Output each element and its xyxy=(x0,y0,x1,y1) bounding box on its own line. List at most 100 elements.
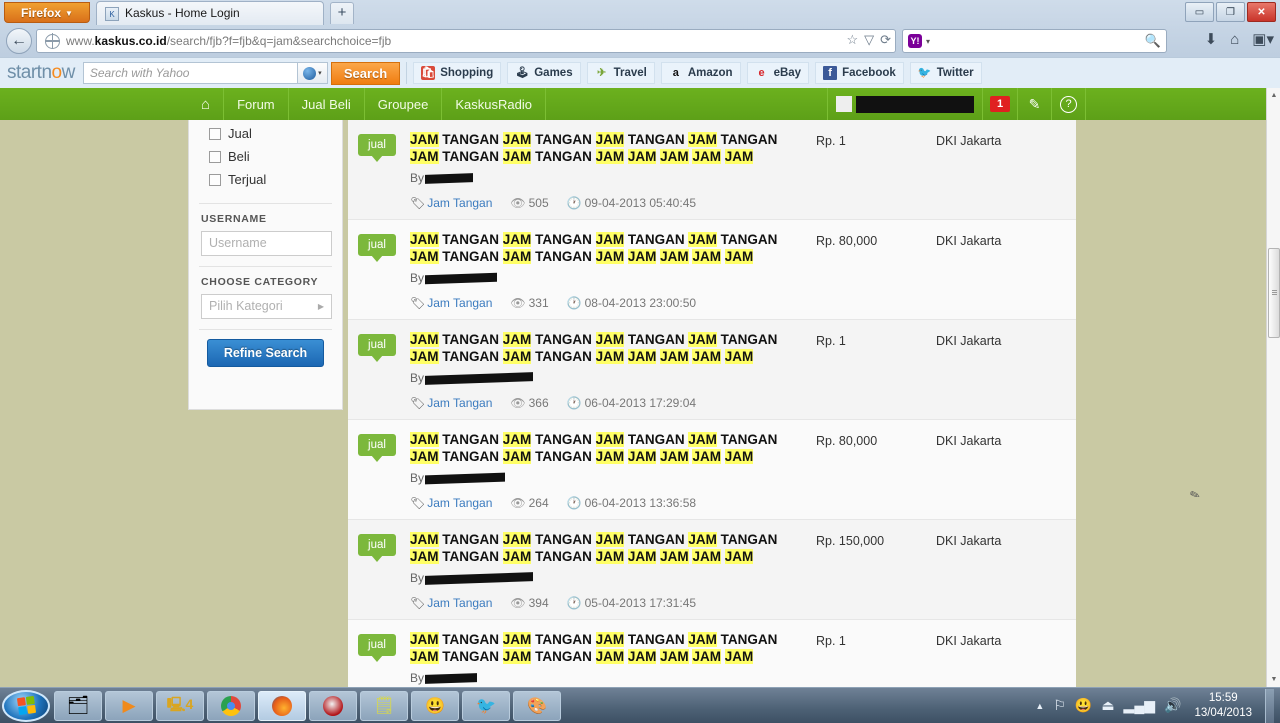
result-tag[interactable]: 🏷 Jam Tangan xyxy=(410,296,492,310)
clock-icon: 🕐 xyxy=(566,296,582,310)
signal-bars-icon[interactable]: ▂▄▆ xyxy=(1124,697,1155,714)
checkbox-icon[interactable] xyxy=(209,150,221,163)
back-button[interactable]: ← xyxy=(6,28,32,54)
checkbox-icon[interactable] xyxy=(209,127,221,140)
new-tab-button[interactable]: + xyxy=(330,2,354,24)
chevron-down-icon[interactable]: ▽ xyxy=(864,32,874,48)
clock[interactable]: 15:59 13/04/2013 xyxy=(1190,691,1256,721)
navigation-toolbar: ← www.kaskus.co.id/search/fjb?f=fjb&q=ja… xyxy=(0,26,1280,56)
site-nav-jual-beli[interactable]: Jual Beli xyxy=(289,88,365,120)
result-main: JAM TANGAN JAM TANGAN JAM TANGAN JAM TAN… xyxy=(410,320,806,419)
result-title[interactable]: JAM TANGAN JAM TANGAN JAM TANGAN JAM TAN… xyxy=(410,331,798,365)
result-tag[interactable]: 🏷 Jam Tangan xyxy=(410,596,492,610)
search-results-list: jual JAM TANGAN JAM TANGAN JAM TANGAN JAM… xyxy=(348,120,1076,687)
site-nav-groupee[interactable]: Groupee xyxy=(365,88,443,120)
chevron-up-icon[interactable]: ▲ xyxy=(1035,701,1044,711)
bookmark-star-icon[interactable]: ☆ xyxy=(846,32,858,48)
startnow-provider-dropdown[interactable]: ▾ xyxy=(297,62,328,84)
taskbar-opera[interactable] xyxy=(309,690,357,721)
compose-button[interactable]: ✎ xyxy=(1018,88,1052,120)
browser-tab[interactable]: K Kaskus - Home Login xyxy=(96,1,324,25)
taskbar-mozilla-firefox[interactable] xyxy=(258,690,306,721)
title-word: TANGAN xyxy=(442,149,500,164)
taskbar-windows-explorer[interactable]: 🗂 xyxy=(54,690,102,721)
filter-checkbox-terjual[interactable]: Terjual xyxy=(209,172,342,187)
site-nav-kaskusradio[interactable]: KaskusRadio xyxy=(442,88,546,120)
help-button[interactable]: ? xyxy=(1052,88,1086,120)
taskbar-ms-paint[interactable]: 🎨 xyxy=(513,690,561,721)
result-row[interactable]: jual JAM TANGAN JAM TANGAN JAM TANGAN JAM… xyxy=(348,620,1076,687)
smiley-icon[interactable]: 😃 xyxy=(1075,697,1092,714)
bookmarks-icon[interactable]: ▣▾ xyxy=(1252,30,1274,48)
chevron-down-icon[interactable]: ▾ xyxy=(926,37,930,46)
result-tag[interactable]: 🏷 Jam Tangan xyxy=(410,396,492,410)
bookmark-facebook[interactable]: f Facebook xyxy=(815,62,904,84)
notification-badge[interactable]: 1 xyxy=(982,88,1018,120)
flag-error-icon[interactable]: ⚐ xyxy=(1053,697,1066,714)
result-tag[interactable]: 🏷 Jam Tangan xyxy=(410,496,492,510)
username-input[interactable]: Username xyxy=(201,231,332,256)
result-row[interactable]: jual JAM TANGAN JAM TANGAN JAM TANGAN JAM… xyxy=(348,420,1076,520)
bookmark-amazon[interactable]: a Amazon xyxy=(660,62,741,84)
minimize-icon: ▭ xyxy=(1194,6,1205,18)
taskbar-twitter-app[interactable]: 🐦 xyxy=(462,690,510,721)
highlighted-term: JAM xyxy=(627,549,657,564)
result-views: 👁 394 xyxy=(510,596,549,610)
taskbar-download-manager[interactable]: 🖳4 xyxy=(156,690,204,721)
site-nav-forum[interactable]: Forum xyxy=(224,88,289,120)
startnow-search-button[interactable]: Search xyxy=(330,61,401,85)
start-button[interactable] xyxy=(2,689,50,722)
speaker-icon[interactable]: 🔊 xyxy=(1164,697,1181,714)
result-row[interactable]: jual JAM TANGAN JAM TANGAN JAM TANGAN JAM… xyxy=(348,320,1076,420)
scroll-down-button[interactable]: ▼ xyxy=(1267,672,1280,687)
bookmark-ebay[interactable]: e eBay xyxy=(746,62,810,84)
result-tag[interactable]: 🏷 Jam Tangan xyxy=(410,196,492,210)
search-icon[interactable]: 🔍 xyxy=(1145,33,1161,49)
firefox-menu-label: Firefox xyxy=(21,6,62,20)
result-views: 👁 331 xyxy=(510,296,549,310)
user-account-menu[interactable] xyxy=(827,88,982,120)
mouse-cursor: ✎ xyxy=(1187,486,1203,504)
scroll-up-button[interactable]: ▲ xyxy=(1267,88,1280,103)
title-bar: Firefox ▼ K Kaskus - Home Login + ▭ ❐ ✕ xyxy=(0,0,1280,25)
taskbar-sticky-notes[interactable]: 🗒 xyxy=(360,690,408,721)
startnow-search-input[interactable]: Search with Yahoo xyxy=(82,62,298,84)
result-row[interactable]: jual JAM TANGAN JAM TANGAN JAM TANGAN JAM… xyxy=(348,520,1076,620)
highlighted-term: JAM xyxy=(595,232,625,247)
bookmark-shopping[interactable]: 🛍 Shopping xyxy=(413,62,502,84)
result-title[interactable]: JAM TANGAN JAM TANGAN JAM TANGAN JAM TAN… xyxy=(410,531,798,565)
close-button[interactable]: ✕ xyxy=(1247,2,1276,22)
result-title[interactable]: JAM TANGAN JAM TANGAN JAM TANGAN JAM TAN… xyxy=(410,431,798,465)
scrollbar-thumb[interactable] xyxy=(1268,248,1280,338)
firefox-menu-button[interactable]: Firefox ▼ xyxy=(4,2,90,23)
filter-checkbox-jual[interactable]: Jual xyxy=(209,126,342,141)
category-select[interactable]: Pilih Kategori ▶ xyxy=(201,294,332,319)
browser-search-box[interactable]: Y! ▾ 🔍 xyxy=(902,29,1167,53)
result-row[interactable]: jual JAM TANGAN JAM TANGAN JAM TANGAN JAM… xyxy=(348,120,1076,220)
page-scrollbar[interactable]: ▲ ▼ xyxy=(1266,88,1280,687)
restore-button[interactable]: ❐ xyxy=(1216,2,1245,22)
bookmark-travel[interactable]: ✈ Travel xyxy=(586,62,655,84)
eject-icon[interactable]: ⏏ xyxy=(1101,697,1114,714)
toolbar-actions: ⬇ ⌂ ▣▾ xyxy=(1205,30,1274,49)
taskbar-yahoo-messenger[interactable]: 😃 xyxy=(411,690,459,721)
taskbar-google-chrome[interactable] xyxy=(207,690,255,721)
bookmark-twitter[interactable]: 🐦 Twitter xyxy=(909,62,982,84)
filter-checkbox-beli[interactable]: Beli xyxy=(209,149,342,164)
result-title[interactable]: JAM TANGAN JAM TANGAN JAM TANGAN JAM TAN… xyxy=(410,131,798,165)
address-bar[interactable]: www.kaskus.co.id/search/fjb?f=fjb&q=jam&… xyxy=(36,29,896,53)
taskbar-media-player[interactable]: ▶ xyxy=(105,690,153,721)
question-mark-icon: ? xyxy=(1060,95,1077,113)
site-nav-home[interactable]: ⌂ xyxy=(188,88,225,120)
checkbox-icon[interactable] xyxy=(209,173,221,186)
minimize-button[interactable]: ▭ xyxy=(1185,2,1214,22)
result-title[interactable]: JAM TANGAN JAM TANGAN JAM TANGAN JAM TAN… xyxy=(410,631,798,665)
show-desktop-button[interactable] xyxy=(1265,688,1274,723)
result-title[interactable]: JAM TANGAN JAM TANGAN JAM TANGAN JAM TAN… xyxy=(410,231,798,265)
home-icon[interactable]: ⌂ xyxy=(1230,31,1239,48)
downloads-icon[interactable]: ⬇ xyxy=(1205,30,1218,48)
reload-icon[interactable]: ⟳ xyxy=(880,32,891,48)
refine-search-button[interactable]: Refine Search xyxy=(206,339,325,367)
result-row[interactable]: jual JAM TANGAN JAM TANGAN JAM TANGAN JAM… xyxy=(348,220,1076,320)
bookmark-games[interactable]: 🕹 Games xyxy=(507,62,581,84)
